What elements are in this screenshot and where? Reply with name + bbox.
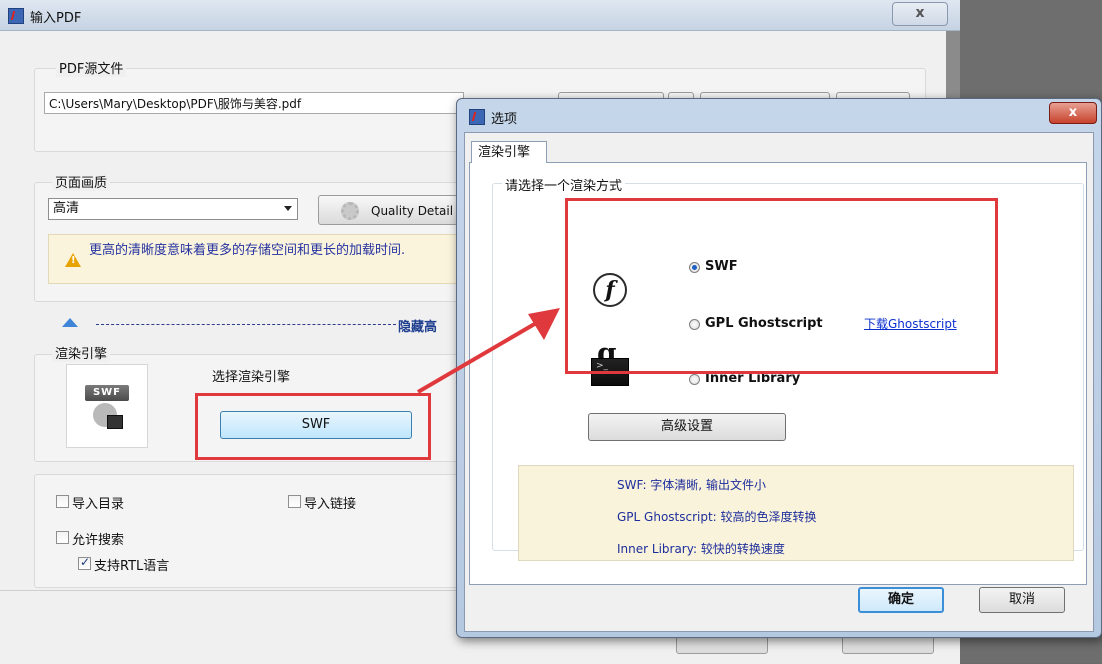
import-links-checkbox[interactable]: [288, 495, 301, 508]
pdf-app-icon: [8, 8, 24, 24]
import-toc-label: 导入目录: [72, 497, 125, 512]
quality-detail-label: Quality Detail: [371, 204, 454, 218]
page-quality-label: 页面画质: [52, 172, 111, 191]
arrow-shaft: [416, 320, 540, 394]
window-titlebar[interactable]: 输入PDF x: [0, 0, 960, 31]
radio-inner-library[interactable]: [689, 374, 700, 385]
info-line-swf: SWF: 字体清晰, 输出文件小: [617, 478, 766, 492]
close-button[interactable]: x: [892, 2, 948, 26]
cancel-button[interactable]: 取消: [979, 587, 1065, 613]
highlight-arrow: [416, 308, 560, 394]
select-engine-label: 选择渲染引擎: [212, 370, 291, 385]
ok-button[interactable]: 确定: [858, 587, 944, 613]
gear-icon: [341, 202, 359, 220]
quality-detail-button[interactable]: Quality Detail: [318, 195, 458, 225]
engine-thumbnail: SWF: [66, 364, 148, 448]
swf-badge: SWF: [85, 385, 129, 401]
render-engine-label: 渲染引擎: [52, 343, 111, 362]
source-file-label: PDF源文件: [56, 58, 127, 77]
highlight-box-engine-button: [195, 393, 431, 460]
quality-warning: 更高的清晰度意味着更多的存储空间和更长的加载时间.: [48, 234, 460, 284]
advanced-settings-button[interactable]: 高级设置: [588, 413, 786, 441]
warning-icon: [65, 253, 81, 267]
rtl-support-checkbox[interactable]: [78, 555, 91, 570]
highlight-box-engine-options: [565, 198, 998, 374]
dialog-close-button[interactable]: x: [1049, 102, 1097, 124]
source-path-input[interactable]: C:\Users\Mary\Desktop\PDF\服饰与美容.pdf: [44, 92, 464, 114]
import-toc-checkbox[interactable]: [56, 495, 69, 508]
chevron-down-icon: [284, 206, 292, 211]
quality-select[interactable]: 高清: [48, 198, 298, 220]
import-links-label: 导入链接: [304, 497, 357, 512]
allow-search-checkbox[interactable]: [56, 531, 69, 544]
info-line-inner-library: Inner Library: 较快的转换速度: [617, 542, 785, 556]
engine-info-box: SWF: 字体清晰, 输出文件小 GPL Ghostscript: 较高的色泽度…: [518, 465, 1074, 561]
collapse-divider: [96, 324, 396, 325]
terminal-icon: [107, 415, 123, 429]
window-title: 输入PDF: [30, 11, 82, 26]
pdf-app-icon: [469, 109, 485, 125]
rtl-support-label: 支持RTL语言: [94, 559, 170, 574]
allow-search-label: 允许搜索: [72, 533, 125, 548]
quality-select-value: 高清: [53, 201, 80, 216]
info-line-ghostscript: GPL Ghostscript: 较高的色泽度转换: [617, 510, 817, 524]
warning-text: 更高的清晰度意味着更多的存储空间和更长的加载时间.: [89, 243, 406, 258]
render-mode-label: 请选择一个渲染方式: [502, 175, 626, 194]
collapse-arrow-icon[interactable]: [62, 318, 78, 327]
tab-render-engine[interactable]: 渲染引擎: [471, 141, 547, 163]
dialog-title: 选项: [491, 112, 518, 127]
